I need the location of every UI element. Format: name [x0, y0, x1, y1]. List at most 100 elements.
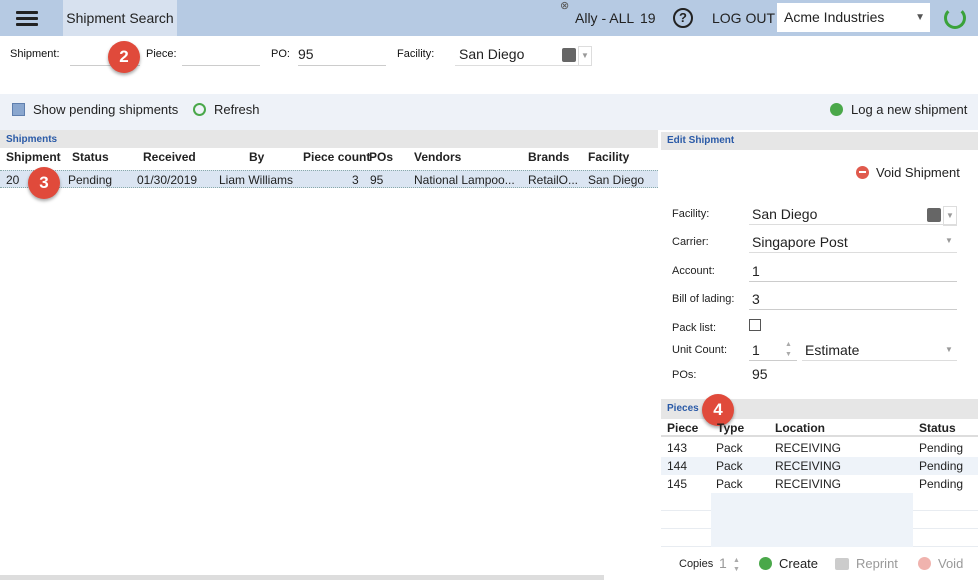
- edit-facility-picker[interactable]: ▼: [927, 206, 957, 226]
- carrier-select[interactable]: Singapore Post: [749, 231, 957, 253]
- col-facility[interactable]: Facility: [588, 150, 629, 164]
- cell-brands: RetailO...: [528, 173, 579, 187]
- cell-location: RECEIVING: [775, 477, 842, 491]
- table-row[interactable]: 144 Pack RECEIVING Pending: [661, 457, 978, 475]
- piece-input[interactable]: [182, 42, 260, 66]
- void-shipment-label: Void Shipment: [876, 165, 960, 180]
- shipments-table-header: Shipment Status Received By Piece count …: [0, 148, 658, 164]
- close-icon[interactable]: ⊗: [560, 0, 569, 12]
- chevron-down-icon: ▼: [915, 12, 925, 23]
- cell-piece-count: 3: [352, 173, 359, 187]
- cell-location: RECEIVING: [775, 459, 842, 473]
- col-brands[interactable]: Brands: [528, 150, 569, 164]
- stepper-icon[interactable]: ▲ ▼: [733, 556, 740, 574]
- col-pos[interactable]: POs: [369, 150, 393, 164]
- chevron-down-icon: ▼: [945, 236, 953, 245]
- show-pending-label: Show pending shipments: [33, 102, 179, 117]
- pieces-empty-rows: [661, 493, 978, 547]
- reprint-label: Reprint: [856, 556, 898, 571]
- pack-list-label: Pack list:: [672, 322, 717, 334]
- cell-status: Pending: [919, 459, 964, 473]
- col-piece-count[interactable]: Piece count: [303, 150, 370, 164]
- show-pending-button[interactable]: Show pending shipments: [12, 102, 178, 117]
- create-button[interactable]: Create: [759, 556, 818, 571]
- void-shipment-button[interactable]: Void Shipment: [856, 165, 960, 180]
- col-received[interactable]: Received: [143, 150, 196, 164]
- table-row[interactable]: 143 Pack RECEIVING Pending: [661, 439, 978, 457]
- reprint-button[interactable]: Reprint: [835, 556, 898, 571]
- facility-picker[interactable]: ▼: [562, 46, 592, 66]
- cell-vendors: National Lampoo...: [414, 173, 515, 187]
- facility-label: Facility:: [397, 48, 435, 60]
- remove-icon: [856, 166, 869, 179]
- company-select[interactable]: Acme Industries ▼: [777, 3, 930, 32]
- cell-pos: 95: [370, 173, 384, 187]
- col-by[interactable]: By: [249, 150, 264, 164]
- remove-icon: [918, 557, 931, 570]
- table-row[interactable]: 20 Pending 01/30/2019 Liam Williams 3 95…: [0, 170, 658, 188]
- cell-type: Pack: [716, 477, 743, 491]
- printer-icon: [835, 558, 849, 570]
- pos-value: 95: [752, 366, 768, 382]
- cell-shipment: 20: [6, 173, 20, 187]
- tab-shipment-search[interactable]: Shipment Search: [63, 0, 177, 36]
- cell-status: Pending: [919, 441, 964, 455]
- col-location[interactable]: Location: [775, 421, 825, 435]
- carrier-label: Carrier:: [672, 236, 709, 248]
- col-piece[interactable]: Piece: [667, 421, 698, 435]
- void-button[interactable]: Void: [918, 556, 963, 571]
- col-shipment[interactable]: Shipment: [6, 150, 61, 164]
- stepper-icon[interactable]: ▲ ▼: [785, 340, 792, 360]
- shipments-section-title: Shipments: [0, 130, 658, 148]
- notification-count[interactable]: 19: [640, 10, 656, 26]
- cell-piece: 144: [667, 459, 688, 473]
- account-input[interactable]: 1: [749, 260, 957, 282]
- col-type[interactable]: Type: [717, 421, 744, 435]
- cell-piece: 145: [667, 477, 688, 491]
- refresh-icon: [193, 103, 206, 116]
- cell-facility: San Diego: [588, 173, 645, 187]
- col-vendors[interactable]: Vendors: [414, 150, 461, 164]
- edit-facility-select[interactable]: San Diego: [749, 203, 957, 225]
- void-label: Void: [938, 556, 964, 571]
- cell-type: Pack: [716, 459, 743, 473]
- log-new-shipment-label: Log a new shipment: [851, 102, 968, 117]
- step-badge-2: 2: [108, 41, 140, 73]
- log-new-shipment-button[interactable]: Log a new shipment: [830, 102, 967, 117]
- picker-icon: [562, 48, 576, 62]
- col-status[interactable]: Status: [919, 421, 956, 435]
- logout-button[interactable]: LOG OUT: [712, 10, 775, 26]
- horizontal-scrollbar[interactable]: [0, 575, 604, 580]
- menu-icon[interactable]: [16, 8, 38, 28]
- add-icon: [759, 557, 772, 570]
- copies-input[interactable]: 1: [719, 555, 727, 571]
- po-input[interactable]: 95: [298, 42, 386, 66]
- pieces-table-header: Piece Type Location Status: [661, 419, 978, 437]
- pack-list-checkbox[interactable]: [749, 319, 761, 331]
- chevron-down-icon: ▼: [943, 206, 957, 226]
- cell-location: RECEIVING: [775, 441, 842, 455]
- shipment-label: Shipment:: [10, 48, 60, 60]
- table-row[interactable]: 145 Pack RECEIVING Pending: [661, 475, 978, 493]
- piece-label: Piece:: [146, 48, 177, 60]
- shipments-panel: Shipments Shipment Status Received By Pi…: [0, 130, 658, 576]
- step-badge-3: 3: [28, 167, 60, 199]
- unit-count-label: Unit Count:: [672, 344, 728, 356]
- cell-received: 01/30/2019: [137, 173, 198, 187]
- company-select-value: Acme Industries: [784, 9, 885, 25]
- refresh-button[interactable]: Refresh: [193, 102, 260, 117]
- col-status[interactable]: Status: [72, 150, 109, 164]
- account-label: Account:: [672, 265, 715, 277]
- cell-piece: 143: [667, 441, 688, 455]
- bill-of-lading-input[interactable]: 3: [749, 288, 957, 310]
- create-label: Create: [779, 556, 819, 571]
- add-icon: [830, 103, 843, 116]
- unit-type-select[interactable]: Estimate: [802, 339, 957, 361]
- help-icon[interactable]: ?: [673, 8, 693, 28]
- cell-type: Pack: [716, 441, 743, 455]
- edit-shipment-title: Edit Shipment: [661, 132, 978, 150]
- type-location-column-shade: [711, 493, 913, 547]
- pieces-footer: Copies 1 ▲ ▼ Create Reprint Void: [661, 548, 978, 580]
- chevron-down-icon: ▼: [945, 345, 953, 354]
- copies-label: Copies: [679, 558, 714, 570]
